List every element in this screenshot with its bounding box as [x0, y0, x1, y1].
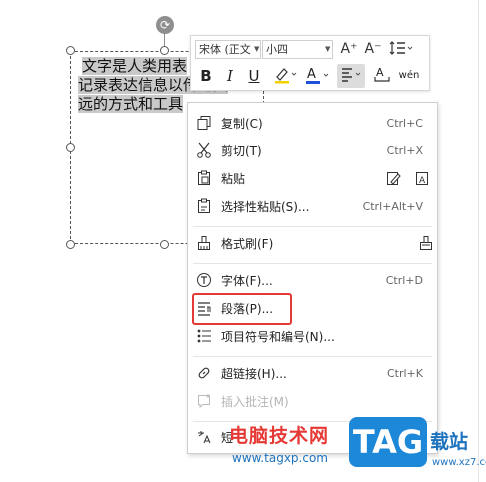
menu-item-cut-label: 剪切(T)	[221, 144, 262, 158]
menu-item-paste[interactable]: 粘贴 A	[188, 166, 437, 192]
resize-handle-bottom[interactable]	[160, 240, 169, 249]
menu-item-bullets-numbering[interactable]: 项目符号和编号(N)...	[188, 324, 437, 350]
bold-button[interactable]: B	[197, 64, 215, 88]
menu-item-copy[interactable]: 复制(C) Ctrl+C	[188, 111, 437, 137]
font-color-icon: A	[306, 67, 329, 84]
format-painter-alt-icon[interactable]	[417, 235, 435, 253]
menu-item-copy-shortcut: Ctrl+C	[386, 117, 423, 130]
watermark-url: www.tagxp.com	[232, 451, 328, 465]
grow-font-icon: A⁺	[340, 41, 358, 57]
underline-icon: U	[248, 67, 260, 85]
menu-item-insert-comment: 插入批注(M)	[188, 389, 437, 415]
font-name-chevron-down-icon[interactable]: ▼	[254, 45, 259, 53]
menu-item-copy-label: 复制(C)	[221, 117, 263, 131]
shrink-font-icon: A⁻	[364, 41, 382, 57]
context-menu: 复制(C) Ctrl+C 剪切(T) Ctrl+X 粘贴 A 选择性粘贴(S).…	[187, 102, 438, 454]
menu-item-font-shortcut: Ctrl+D	[385, 274, 423, 287]
scissors-icon	[195, 142, 213, 160]
format-painter-icon	[195, 235, 213, 253]
menu-item-format-painter-label: 格式刷(F)	[221, 237, 274, 251]
align-left-icon	[342, 68, 361, 82]
menu-item-bullets-label: 项目符号和编号(N)...	[221, 330, 335, 344]
menu-item-paste-special[interactable]: 选择性粘贴(S)... Ctrl+Alt+V	[188, 194, 437, 220]
highlight-annotation-box	[192, 293, 292, 325]
link-icon	[195, 365, 213, 383]
underline-button[interactable]: U	[245, 64, 263, 88]
menu-item-hyperlink[interactable]: 超链接(H)... Ctrl+K	[188, 361, 437, 387]
copy-icon	[195, 115, 213, 133]
watermark-small-url: www.xz7.com	[432, 457, 486, 468]
font-icon	[195, 272, 213, 290]
paste-special-icon	[195, 198, 213, 216]
grow-font-button[interactable]: A⁺	[339, 40, 359, 59]
page-edge	[478, 0, 479, 482]
pinyin-icon: wén	[398, 70, 420, 81]
font-name-select[interactable]: 宋体 (正文	[195, 40, 261, 59]
font-size-chevron-down-icon[interactable]: ▼	[325, 45, 330, 53]
mini-toolbar: 宋体 (正文 ▼ 小四 ▼ A⁺ A⁻ B I U A A wén	[190, 35, 430, 91]
character-border-icon: A	[374, 66, 390, 82]
watermark-site-name: 电脑技术网	[229, 425, 330, 447]
line-spacing-icon	[389, 41, 413, 55]
resize-handle-top[interactable]	[160, 46, 169, 55]
highlight-button[interactable]	[271, 64, 299, 88]
text-line-1: 文字是人类用表	[82, 57, 188, 75]
menu-item-font[interactable]: 字体(F)... Ctrl+D	[188, 268, 437, 294]
align-button[interactable]	[337, 64, 365, 88]
menu-item-cut[interactable]: 剪切(T) Ctrl+X	[188, 138, 437, 164]
resize-handle-left[interactable]	[66, 143, 75, 152]
font-name-value: 宋体 (正文	[199, 43, 251, 56]
rotate-handle-icon[interactable]: ⟳	[156, 16, 174, 34]
svg-text:A: A	[376, 66, 384, 79]
paste-keep-format-icon[interactable]	[384, 170, 402, 188]
paste-text-only-icon[interactable]: A	[413, 170, 431, 188]
resize-handle-top-left[interactable]	[66, 46, 75, 55]
font-color-button[interactable]: A	[303, 64, 331, 88]
svg-text:A: A	[307, 67, 316, 82]
watermark-logo: TAG	[349, 417, 427, 467]
font-size-select[interactable]: 小四	[262, 40, 333, 59]
menu-item-font-label: 字体(F)...	[221, 274, 273, 288]
menu-separator	[193, 356, 432, 357]
menu-item-paste-label: 粘贴	[221, 172, 246, 186]
watermark-brand-suffix: 载站	[430, 431, 469, 453]
menu-item-format-painter[interactable]: 格式刷(F)	[188, 231, 437, 257]
font-size-value: 小四	[266, 43, 288, 56]
menu-item-paste-special-shortcut: Ctrl+Alt+V	[362, 200, 423, 213]
italic-button[interactable]: I	[221, 64, 239, 88]
paste-icon	[195, 170, 213, 188]
svg-text:A: A	[419, 176, 426, 186]
resize-handle-bottom-left[interactable]	[66, 240, 75, 249]
comment-icon	[195, 393, 213, 411]
menu-item-hyperlink-label: 超链接(H)...	[221, 367, 287, 381]
translate-icon	[195, 429, 213, 447]
bullet-list-icon	[195, 328, 213, 346]
menu-item-hyperlink-shortcut: Ctrl+K	[386, 367, 423, 380]
bold-icon: B	[200, 67, 212, 85]
pinyin-guide-button[interactable]: wén	[397, 64, 421, 88]
line-spacing-button[interactable]	[388, 40, 414, 59]
menu-item-insert-comment-label: 插入批注(M)	[221, 395, 289, 409]
menu-item-cut-shortcut: Ctrl+X	[386, 144, 423, 157]
shrink-font-button[interactable]: A⁻	[363, 40, 383, 59]
menu-separator	[193, 226, 432, 227]
italic-icon: I	[227, 67, 233, 85]
menu-item-paste-special-label: 选择性粘贴(S)...	[221, 200, 310, 214]
text-line-3: 远的方式和工具	[78, 95, 184, 113]
menu-separator	[193, 263, 432, 264]
phonetic-guide-button[interactable]: A	[372, 64, 392, 88]
highlighter-icon	[275, 68, 297, 84]
